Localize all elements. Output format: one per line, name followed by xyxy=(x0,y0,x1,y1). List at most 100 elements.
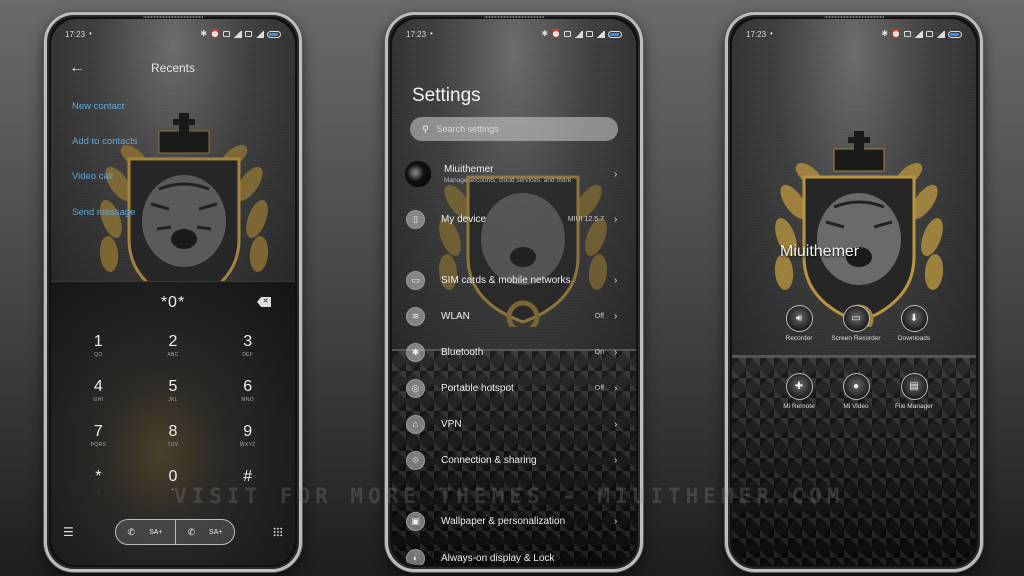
call-sim2-label: SA+ xyxy=(209,528,223,536)
key-digit: 4 xyxy=(93,378,103,395)
app-downloads[interactable]: ⬇ Downloads xyxy=(884,305,944,343)
app-mi-video[interactable]: ● Mi Video xyxy=(826,373,886,411)
app-label: Downloads xyxy=(897,335,931,342)
download-icon: ⬇ xyxy=(900,305,928,332)
settings-item-label: Always-on display & Lock xyxy=(441,552,555,564)
key-letters: PQRS xyxy=(90,442,107,448)
app-file-manager[interactable]: ▤ File Manager xyxy=(884,373,944,411)
key-4[interactable]: 4 GHI xyxy=(61,377,136,414)
settings-item-bluetooth[interactable]: ✱ Bluetooth On › xyxy=(406,339,622,365)
key-7[interactable]: 7 PQRS xyxy=(61,422,136,459)
send-message-link[interactable]: Send message xyxy=(72,207,135,218)
key-1[interactable]: 1 QO xyxy=(61,332,136,369)
settings-item-label: Wallpaper & personalization xyxy=(441,515,566,527)
settings-item-aod-lock[interactable]: ◐ Always-on display & Lock xyxy=(406,545,622,565)
wallpaper-icon: ▣ xyxy=(406,511,425,531)
remote-icon: ✚ xyxy=(785,373,813,400)
key-letters: GHI xyxy=(93,397,104,403)
keypad-toggle-icon[interactable] xyxy=(273,527,283,537)
phone-icon: ▯ xyxy=(406,209,425,229)
settings-item-label: My device xyxy=(441,213,487,225)
folder-icon: ▤ xyxy=(900,373,928,400)
page-title: Settings xyxy=(412,85,481,106)
alarm-icon: ⏰ xyxy=(551,29,561,38)
settings-item-hotspot[interactable]: ◎ Portable hotspot Off › xyxy=(406,375,622,401)
settings-item-my-device[interactable]: ▯ My device MIUI 12.5.7 › xyxy=(406,206,622,232)
hd-icon xyxy=(904,31,911,37)
settings-item-value: Off xyxy=(594,312,604,320)
settings-item-sim[interactable]: ▭ SIM cards & mobile networks › xyxy=(406,267,622,293)
key-digit: 3 xyxy=(243,333,253,350)
bluetooth-status-icon: ✱ xyxy=(541,29,549,38)
hamburger-menu-icon[interactable]: ☰ xyxy=(63,525,77,539)
add-to-contacts-link[interactable]: Add to contacts xyxy=(72,136,137,147)
alarm-icon: ⏰ xyxy=(891,29,901,38)
hotspot-icon: ◎ xyxy=(406,378,425,398)
phone-icon: ✆ xyxy=(127,526,136,537)
speaker-icon: 🔊︎ xyxy=(785,305,813,332)
chevron-right-icon: › xyxy=(614,168,618,180)
vpn-icon: ⌂ xyxy=(406,414,425,434)
settings-item-account[interactable]: Miuithemer Manage accounts, cloud servic… xyxy=(404,160,622,188)
app-label: Mi Remote xyxy=(783,403,815,410)
chevron-right-icon: › xyxy=(614,454,618,466)
signal-icon-2 xyxy=(936,30,945,38)
settings-item-label: Connection & sharing xyxy=(441,454,537,466)
video-call-link[interactable]: Video call xyxy=(72,171,113,182)
app-mi-remote[interactable]: ✚ Mi Remote xyxy=(769,373,829,411)
bluetooth-icon: ✱ xyxy=(406,342,425,362)
key-letters: QO xyxy=(94,352,103,358)
new-contact-link[interactable]: New contact xyxy=(72,101,124,112)
bluetooth-status-icon: ✱ xyxy=(200,29,208,38)
key-2[interactable]: 2 ABC xyxy=(136,332,211,369)
signal-icon-1 xyxy=(574,30,583,38)
key-letters: , xyxy=(97,487,100,493)
app-label: Screen Recorder xyxy=(831,335,881,342)
status-bar: 17:23 • ✱ ⏰ xyxy=(746,27,962,41)
key-digit: 7 xyxy=(93,423,103,440)
key-letters: TUV xyxy=(167,442,179,448)
watermark-text: VISIT FOR MORE THEMES - MIUITHEMER.COM xyxy=(174,484,845,508)
key-9[interactable]: 9 WXYZ xyxy=(210,422,285,459)
settings-item-connection-sharing[interactable]: ⟐ Connection & sharing › xyxy=(406,447,622,473)
call-sim1-button[interactable]: ✆ SA+ xyxy=(116,520,175,544)
account-subtitle: Manage accounts, cloud services, and mor… xyxy=(444,177,572,184)
dial-pad: *0* ✕ 1 QO 2 ABC 3 DEF 4 GHI 5 JKL 6 MNO 7 PQRS… xyxy=(51,281,295,565)
status-time: 17:23 xyxy=(406,29,427,39)
notification-dot-icon: • xyxy=(770,29,773,38)
settings-item-vpn[interactable]: ⌂ VPN › xyxy=(406,411,622,437)
key-digit: 8 xyxy=(168,423,178,440)
notification-dot-icon: • xyxy=(430,29,433,38)
hd-icon-2 xyxy=(586,31,593,37)
tiger-crest-emblem xyxy=(764,127,954,334)
video-icon: ● xyxy=(842,373,870,400)
app-screen-recorder[interactable]: ▭ Screen Recorder xyxy=(826,305,886,343)
chevron-right-icon: › xyxy=(614,310,618,322)
key-8[interactable]: 8 TUV xyxy=(136,422,211,459)
key-5[interactable]: 5 JKL xyxy=(136,377,211,414)
key-letters: JKL xyxy=(168,397,178,403)
settings-item-wallpaper[interactable]: ▣ Wallpaper & personalization › xyxy=(406,508,622,534)
status-time: 17:23 xyxy=(65,29,86,39)
call-buttons: ✆ SA+ ✆ SA+ xyxy=(114,519,236,545)
screen-recorder-icon: ▭ xyxy=(842,305,870,332)
signal-icon-2 xyxy=(596,30,605,38)
call-sim2-button[interactable]: ✆ SA+ xyxy=(174,520,235,544)
key-digit: 2 xyxy=(168,333,178,350)
keypad: 1 QO 2 ABC 3 DEF 4 GHI 5 JKL 6 MNO 7 PQRS 8 TUV … xyxy=(61,332,285,504)
key-3[interactable]: 3 DEF xyxy=(210,332,285,369)
chevron-right-icon: › xyxy=(614,418,618,430)
chevron-right-icon: › xyxy=(614,274,618,286)
hd-icon-2 xyxy=(245,31,252,37)
dialer-wallpaper: 17:23 • ✱ ⏰ ← Recents New contact Add to … xyxy=(51,19,295,306)
key-star[interactable]: *, xyxy=(61,467,136,504)
battery-icon xyxy=(608,30,622,38)
app-recorder[interactable]: 🔊︎ Recorder xyxy=(769,305,829,343)
key-letters: ABC xyxy=(167,352,179,358)
avatar xyxy=(404,160,432,188)
app-label: Mi Video xyxy=(843,403,869,410)
settings-item-wlan[interactable]: ≋ WLAN Off › xyxy=(406,303,622,329)
key-6[interactable]: 6 MNO xyxy=(210,377,285,414)
search-input[interactable]: ⚲ Search settings xyxy=(410,117,618,141)
app-label: File Manager xyxy=(895,403,933,410)
